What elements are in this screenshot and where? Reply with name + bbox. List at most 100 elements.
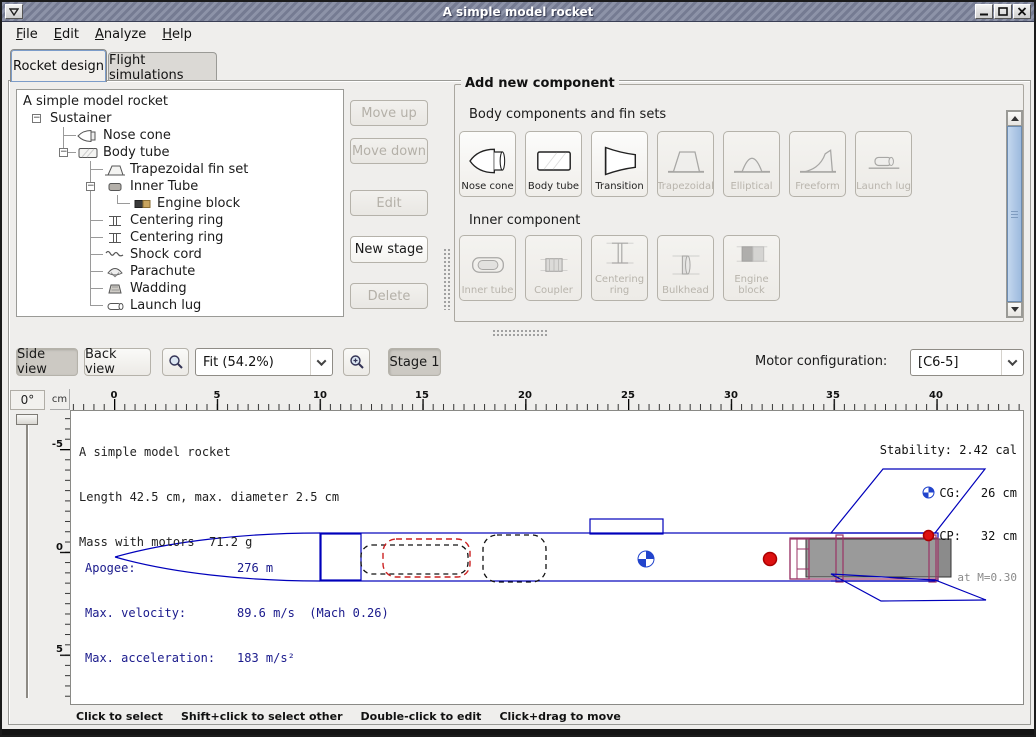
group-title: Add new component (461, 76, 619, 91)
move-down-button: Move down (350, 138, 428, 164)
zoom-out-button[interactable] (162, 348, 189, 376)
magnifier-icon (168, 354, 184, 370)
tree-row-sustainer[interactable]: Sustainer (19, 110, 341, 127)
component-panel-scrollbar[interactable] (1006, 110, 1023, 318)
rotation-angle-display: 0° (10, 390, 45, 410)
tree-row-centering-ring-1[interactable]: Centering ring (19, 212, 341, 229)
zoom-in-button[interactable] (343, 348, 370, 376)
menu-analyze[interactable]: Analyze (87, 25, 154, 44)
cp-label: CP: (939, 529, 961, 543)
tree-row-centering-ring-2[interactable]: Centering ring (19, 229, 341, 246)
edit-button: Edit (350, 190, 428, 216)
parachute-icon (104, 265, 126, 279)
add-freeform-fin-button: Freeform (789, 131, 846, 197)
tree-row-wadding[interactable]: Wadding (19, 280, 341, 297)
stage-1-toggle[interactable]: Stage 1 (388, 348, 441, 376)
menu-file[interactable]: File (8, 25, 46, 44)
engine-block-icon (131, 197, 153, 211)
tree-row-fin-set[interactable]: Trapezoidal fin set (19, 161, 341, 178)
max-acceleration-value: 183 m/s² (237, 651, 295, 666)
max-velocity-label: Max. velocity: (85, 606, 237, 621)
add-component-group: Add new component Body components and fi… (454, 84, 1024, 322)
chevron-down-icon (1008, 356, 1018, 366)
bulkhead-icon (663, 247, 709, 283)
shock-cord-icon (104, 248, 126, 262)
expander-icon[interactable] (59, 148, 68, 157)
scroll-down-button[interactable] (1007, 302, 1022, 317)
minimize-button[interactable] (975, 4, 993, 19)
h-tick-label: 35 (826, 390, 840, 401)
cp-icon (922, 529, 935, 542)
cg-label: CG: (939, 486, 961, 500)
tree-row-shock-cord[interactable]: Shock cord (19, 246, 341, 263)
ruler-unit-label: cm (50, 389, 70, 410)
h-tick-label: 5 (214, 390, 221, 401)
cg-icon (922, 486, 935, 499)
close-button[interactable] (1013, 4, 1031, 19)
maximize-button[interactable] (994, 4, 1012, 19)
horizontal-splitter-handle[interactable] (492, 329, 548, 336)
nose-cone-icon (465, 143, 511, 179)
tree-row-inner-tube[interactable]: Inner Tube (19, 178, 341, 195)
add-nose-cone-button[interactable]: Nose cone (459, 131, 516, 197)
add-body-tube-button[interactable]: Body tube (525, 131, 582, 197)
title-bar: A simple model rocket (2, 2, 1034, 22)
back-view-button[interactable]: Back view (84, 348, 151, 376)
centering-ring-icon (104, 231, 126, 245)
expander-icon[interactable] (32, 114, 41, 123)
side-view-button[interactable]: Side view (16, 348, 78, 376)
rotation-slider-handle[interactable] (16, 414, 38, 425)
tree-row-launch-lug[interactable]: Launch lug (19, 297, 341, 314)
v-tick-label: 5 (56, 644, 63, 655)
minimize-icon (979, 7, 989, 16)
tree-row-body-tube[interactable]: Body tube (19, 144, 341, 161)
add-coupler-button: Coupler (525, 235, 582, 301)
window-menu-button[interactable] (5, 4, 23, 19)
launch-lug-icon (861, 143, 907, 179)
add-transition-button[interactable]: Transition (591, 131, 648, 197)
menu-edit[interactable]: Edit (46, 25, 87, 44)
new-stage-button[interactable]: New stage (350, 236, 428, 263)
h-tick-label: 10 (313, 390, 327, 401)
launch-lug-icon (104, 299, 126, 313)
menu-help[interactable]: Help (154, 25, 200, 44)
scroll-up-button[interactable] (1007, 111, 1022, 126)
zoom-level-value: Fit (54.2%) (196, 355, 310, 370)
add-bulkhead-button: Bulkhead (657, 235, 714, 301)
stability-line: Stability: 2.42 cal (880, 443, 1017, 457)
tree-row-parachute[interactable]: Parachute (19, 263, 341, 280)
window-bottom-edge (2, 729, 1034, 735)
tab-flight-simulations[interactable]: Flight simulations (108, 52, 217, 82)
body-section-label: Body components and fin sets (469, 107, 666, 122)
hint-item: Click to select (76, 710, 163, 723)
nose-cone-icon (77, 129, 99, 143)
tree-row-rocket[interactable]: A simple model rocket (19, 93, 341, 110)
close-icon (1017, 7, 1027, 16)
motor-configuration-combobox[interactable]: [C6-5] (910, 349, 1024, 376)
flight-stats-block: Apogee:276 m Max. velocity:89.6 m/s (Mac… (85, 531, 389, 696)
delete-button: Delete (350, 283, 428, 309)
cg-marker (638, 551, 654, 567)
chevron-down-icon (317, 356, 327, 366)
add-elliptical-fin-button: Elliptical (723, 131, 780, 197)
rocket-dimensions: Length 42.5 cm, max. diameter 2.5 cm (79, 490, 339, 505)
tab-rocket-design[interactable]: Rocket design (10, 49, 107, 82)
add-inner-tube-button: Inner tube (459, 235, 516, 301)
tree-row-engine-block[interactable]: Engine block (19, 195, 341, 212)
horizontal-ruler: 0 5 10 15 20 25 30 35 40 (70, 389, 1024, 410)
hint-item: Double-click to edit (361, 710, 482, 723)
rotation-slider-track[interactable] (26, 422, 29, 698)
zoom-level-combobox[interactable]: Fit (54.2%) (195, 348, 333, 376)
wadding-icon (104, 282, 126, 296)
trapezoidal-fin-icon (663, 143, 709, 179)
mach-note: at M=0.30 (880, 571, 1017, 585)
scrollbar-thumb[interactable] (1007, 126, 1022, 302)
h-tick-label: 0 (111, 390, 118, 401)
cp-value: 32 cm (961, 529, 1017, 543)
coupler-icon (531, 247, 577, 283)
expander-icon[interactable] (86, 182, 95, 191)
component-tree[interactable]: A simple model rocket Sustainer Nose con… (16, 89, 344, 317)
vertical-splitter-handle[interactable] (443, 248, 450, 310)
tree-row-nose-cone[interactable]: Nose cone (19, 127, 341, 144)
rocket-side-view-canvas[interactable]: A simple model rocket Length 42.5 cm, ma… (70, 410, 1024, 705)
